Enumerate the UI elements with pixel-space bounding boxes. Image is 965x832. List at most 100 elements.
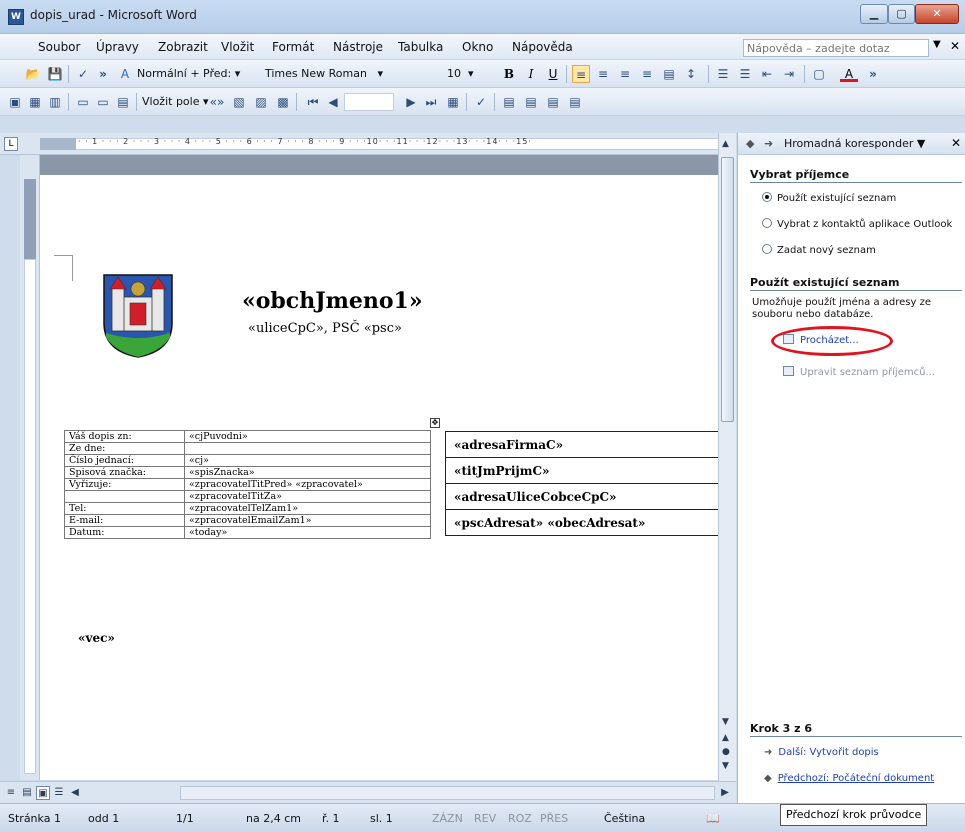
radio-new-list[interactable]: Zadat nový seznam — [762, 244, 876, 256]
open-folder-icon[interactable]: 📂 — [24, 65, 42, 83]
insert-address-block-icon[interactable]: ▭ — [74, 93, 92, 111]
main-document-setup-icon[interactable]: ▣ — [6, 93, 24, 111]
task-pane-back-icon[interactable]: ◆ — [746, 137, 754, 150]
status-track-changes[interactable]: REV — [474, 812, 496, 825]
toolbar-more-icon[interactable]: » — [864, 65, 882, 83]
status-record-macro[interactable]: ZÁZN — [432, 812, 463, 825]
info-value-cell[interactable]: «today» — [184, 526, 431, 539]
radio-outlook-contacts[interactable]: Vybrat z kontaktů aplikace Outlook — [762, 218, 952, 230]
last-record-icon[interactable]: ⏭ — [422, 93, 440, 111]
maximize-button[interactable]: ▢ — [888, 4, 915, 24]
menu-nastroje[interactable]: Nástroje — [333, 40, 383, 54]
business-name-field[interactable]: «obchJmeno1» — [242, 288, 423, 314]
document-close-icon[interactable]: ✕ — [950, 39, 960, 53]
font-size-combo[interactable]: 10 ▾ — [444, 64, 488, 84]
select-browse-object-icon[interactable]: ● — [722, 747, 730, 757]
merge-to-fax-icon[interactable]: ▤ — [566, 93, 584, 111]
styles-icon[interactable]: A — [116, 65, 134, 83]
underline-icon[interactable]: U — [544, 65, 562, 83]
merge-to-email-icon[interactable]: ▤ — [544, 93, 562, 111]
save-icon[interactable]: 💾 — [46, 65, 64, 83]
scroll-down-icon[interactable]: ▼ — [722, 717, 729, 727]
line-spacing-icon[interactable]: ↕ — [682, 65, 700, 83]
recipients-icon[interactable]: ▥ — [46, 93, 64, 111]
menu-soubor[interactable]: Soubor — [38, 40, 80, 54]
print-layout-view-icon[interactable]: ▣ — [36, 786, 50, 800]
check-errors-icon[interactable]: ✓ — [472, 93, 490, 111]
minimize-button[interactable]: ▁ — [860, 4, 888, 24]
task-pane-title[interactable]: Hromadná koresponder ▼ — [784, 137, 925, 150]
merge-to-printer-icon[interactable]: ▤ — [522, 93, 540, 111]
decrease-indent-icon[interactable]: ⇤ — [758, 65, 776, 83]
menu-format[interactable]: Formát — [272, 40, 314, 54]
menu-tabulka[interactable]: Tabulka — [398, 40, 443, 54]
help-search-input[interactable] — [743, 39, 929, 57]
justify-icon[interactable]: ≡ — [638, 65, 656, 83]
borders-icon[interactable]: ▢ — [810, 65, 828, 83]
italic-icon[interactable]: I — [522, 65, 540, 83]
highlight-fields-icon[interactable]: ▧ — [230, 93, 248, 111]
normal-view-icon[interactable]: ≡ — [4, 786, 18, 800]
view-merged-data-icon[interactable]: «» — [208, 93, 226, 111]
scroll-up-icon[interactable]: ▲ — [722, 139, 729, 149]
outline-view-icon[interactable]: ☰ — [52, 786, 66, 800]
first-record-icon[interactable]: ⏮ — [304, 93, 322, 111]
status-extend[interactable]: ROZ — [508, 812, 532, 825]
numbering-icon[interactable]: ☰ — [714, 65, 732, 83]
word-app-icon[interactable]: W — [8, 9, 24, 25]
font-combo[interactable]: Times New Roman ▾ — [262, 64, 432, 84]
align-right-icon[interactable]: ≡ — [616, 65, 634, 83]
distributed-icon[interactable]: ▤ — [660, 65, 678, 83]
insert-greeting-icon[interactable]: ▭ — [94, 93, 112, 111]
address-field[interactable]: «adresaUliceCobceCpC» — [445, 483, 718, 510]
style-combo[interactable]: Normální + Před: ▾ — [134, 64, 258, 84]
info-value-cell[interactable]: «zpracovatelEmailZam1» — [184, 514, 431, 527]
task-pane-close-icon[interactable]: ✕ — [951, 136, 961, 150]
table-move-handle-icon[interactable]: ✥ — [430, 418, 440, 428]
close-button[interactable]: ✕ — [915, 4, 959, 24]
previous-step-link[interactable]: ◆ Předchozí: Počáteční dokument — [764, 773, 934, 784]
menu-zobrazit[interactable]: Zobrazit — [158, 40, 208, 54]
next-record-icon[interactable]: ▶ — [402, 93, 420, 111]
info-value-cell[interactable]: «cjPuvodni» — [184, 430, 431, 443]
find-entry-icon[interactable]: ▦ — [444, 93, 462, 111]
web-view-icon[interactable]: ▤ — [20, 786, 34, 800]
horizontal-scroll-track[interactable] — [180, 786, 715, 800]
bold-icon[interactable]: B — [500, 65, 518, 83]
address-field[interactable]: «adresaFirmaC» — [445, 431, 718, 458]
open-data-source-icon[interactable]: ▦ — [26, 93, 44, 111]
status-overtype[interactable]: PŘES — [540, 812, 568, 825]
info-value-cell[interactable]: «zpracovatelTitPred» «zpracovatel» — [184, 478, 431, 491]
menu-okno[interactable]: Okno — [462, 40, 493, 54]
font-color-icon[interactable]: A — [840, 65, 858, 82]
radio-use-existing-list[interactable]: Použít existující seznam — [762, 192, 896, 204]
insert-field-block-icon[interactable]: ▤ — [114, 93, 132, 111]
align-left-icon[interactable]: ≡ — [572, 65, 590, 83]
help-dropdown-icon[interactable]: ▼ — [933, 39, 941, 50]
address-field[interactable]: «pscAdresat» «obecAdresat» — [445, 509, 718, 536]
scroll-right-icon[interactable]: ▶ — [718, 786, 732, 800]
info-value-cell[interactable]: «cj» — [184, 454, 431, 467]
document-page[interactable]: «obchJmeno1» «uliceCpC», PSČ «psc» Váš d… — [40, 175, 718, 780]
info-value-cell[interactable]: «zpracovatelTitZa» — [184, 490, 431, 503]
propagate-labels-icon[interactable]: ▩ — [274, 93, 292, 111]
vertical-scrollbar[interactable]: ▲ ▼ ▲ ● ▼ — [718, 133, 736, 781]
align-center-icon[interactable]: ≡ — [594, 65, 612, 83]
scroll-left-icon[interactable]: ◀ — [68, 786, 82, 800]
edit-recipient-list-link[interactable]: Upravit seznam příjemců... — [783, 366, 935, 378]
bullets-icon[interactable]: ☰ — [736, 65, 754, 83]
info-value-cell[interactable]: «spisZnacka» — [184, 466, 431, 479]
next-page-icon[interactable]: ▼ — [722, 761, 729, 771]
address-field[interactable]: «titJmPrijmC» — [445, 457, 718, 484]
increase-indent-icon[interactable]: ⇥ — [780, 65, 798, 83]
record-number-input[interactable] — [344, 93, 394, 111]
previous-page-icon[interactable]: ▲ — [722, 733, 729, 743]
menu-napoveda[interactable]: Nápověda — [512, 40, 573, 54]
tab-selector-icon[interactable]: L — [4, 137, 18, 151]
merge-to-document-icon[interactable]: ▤ — [500, 93, 518, 111]
task-pane-forward-icon[interactable]: ➜ — [764, 137, 773, 150]
next-step-link[interactable]: ➜ Další: Vytvořit dopis — [764, 747, 879, 758]
previous-record-icon[interactable]: ◀ — [324, 93, 342, 111]
toolbar-more-icon[interactable]: » — [94, 65, 112, 83]
insert-field-button[interactable]: Vložit pole ▾ — [142, 95, 209, 108]
